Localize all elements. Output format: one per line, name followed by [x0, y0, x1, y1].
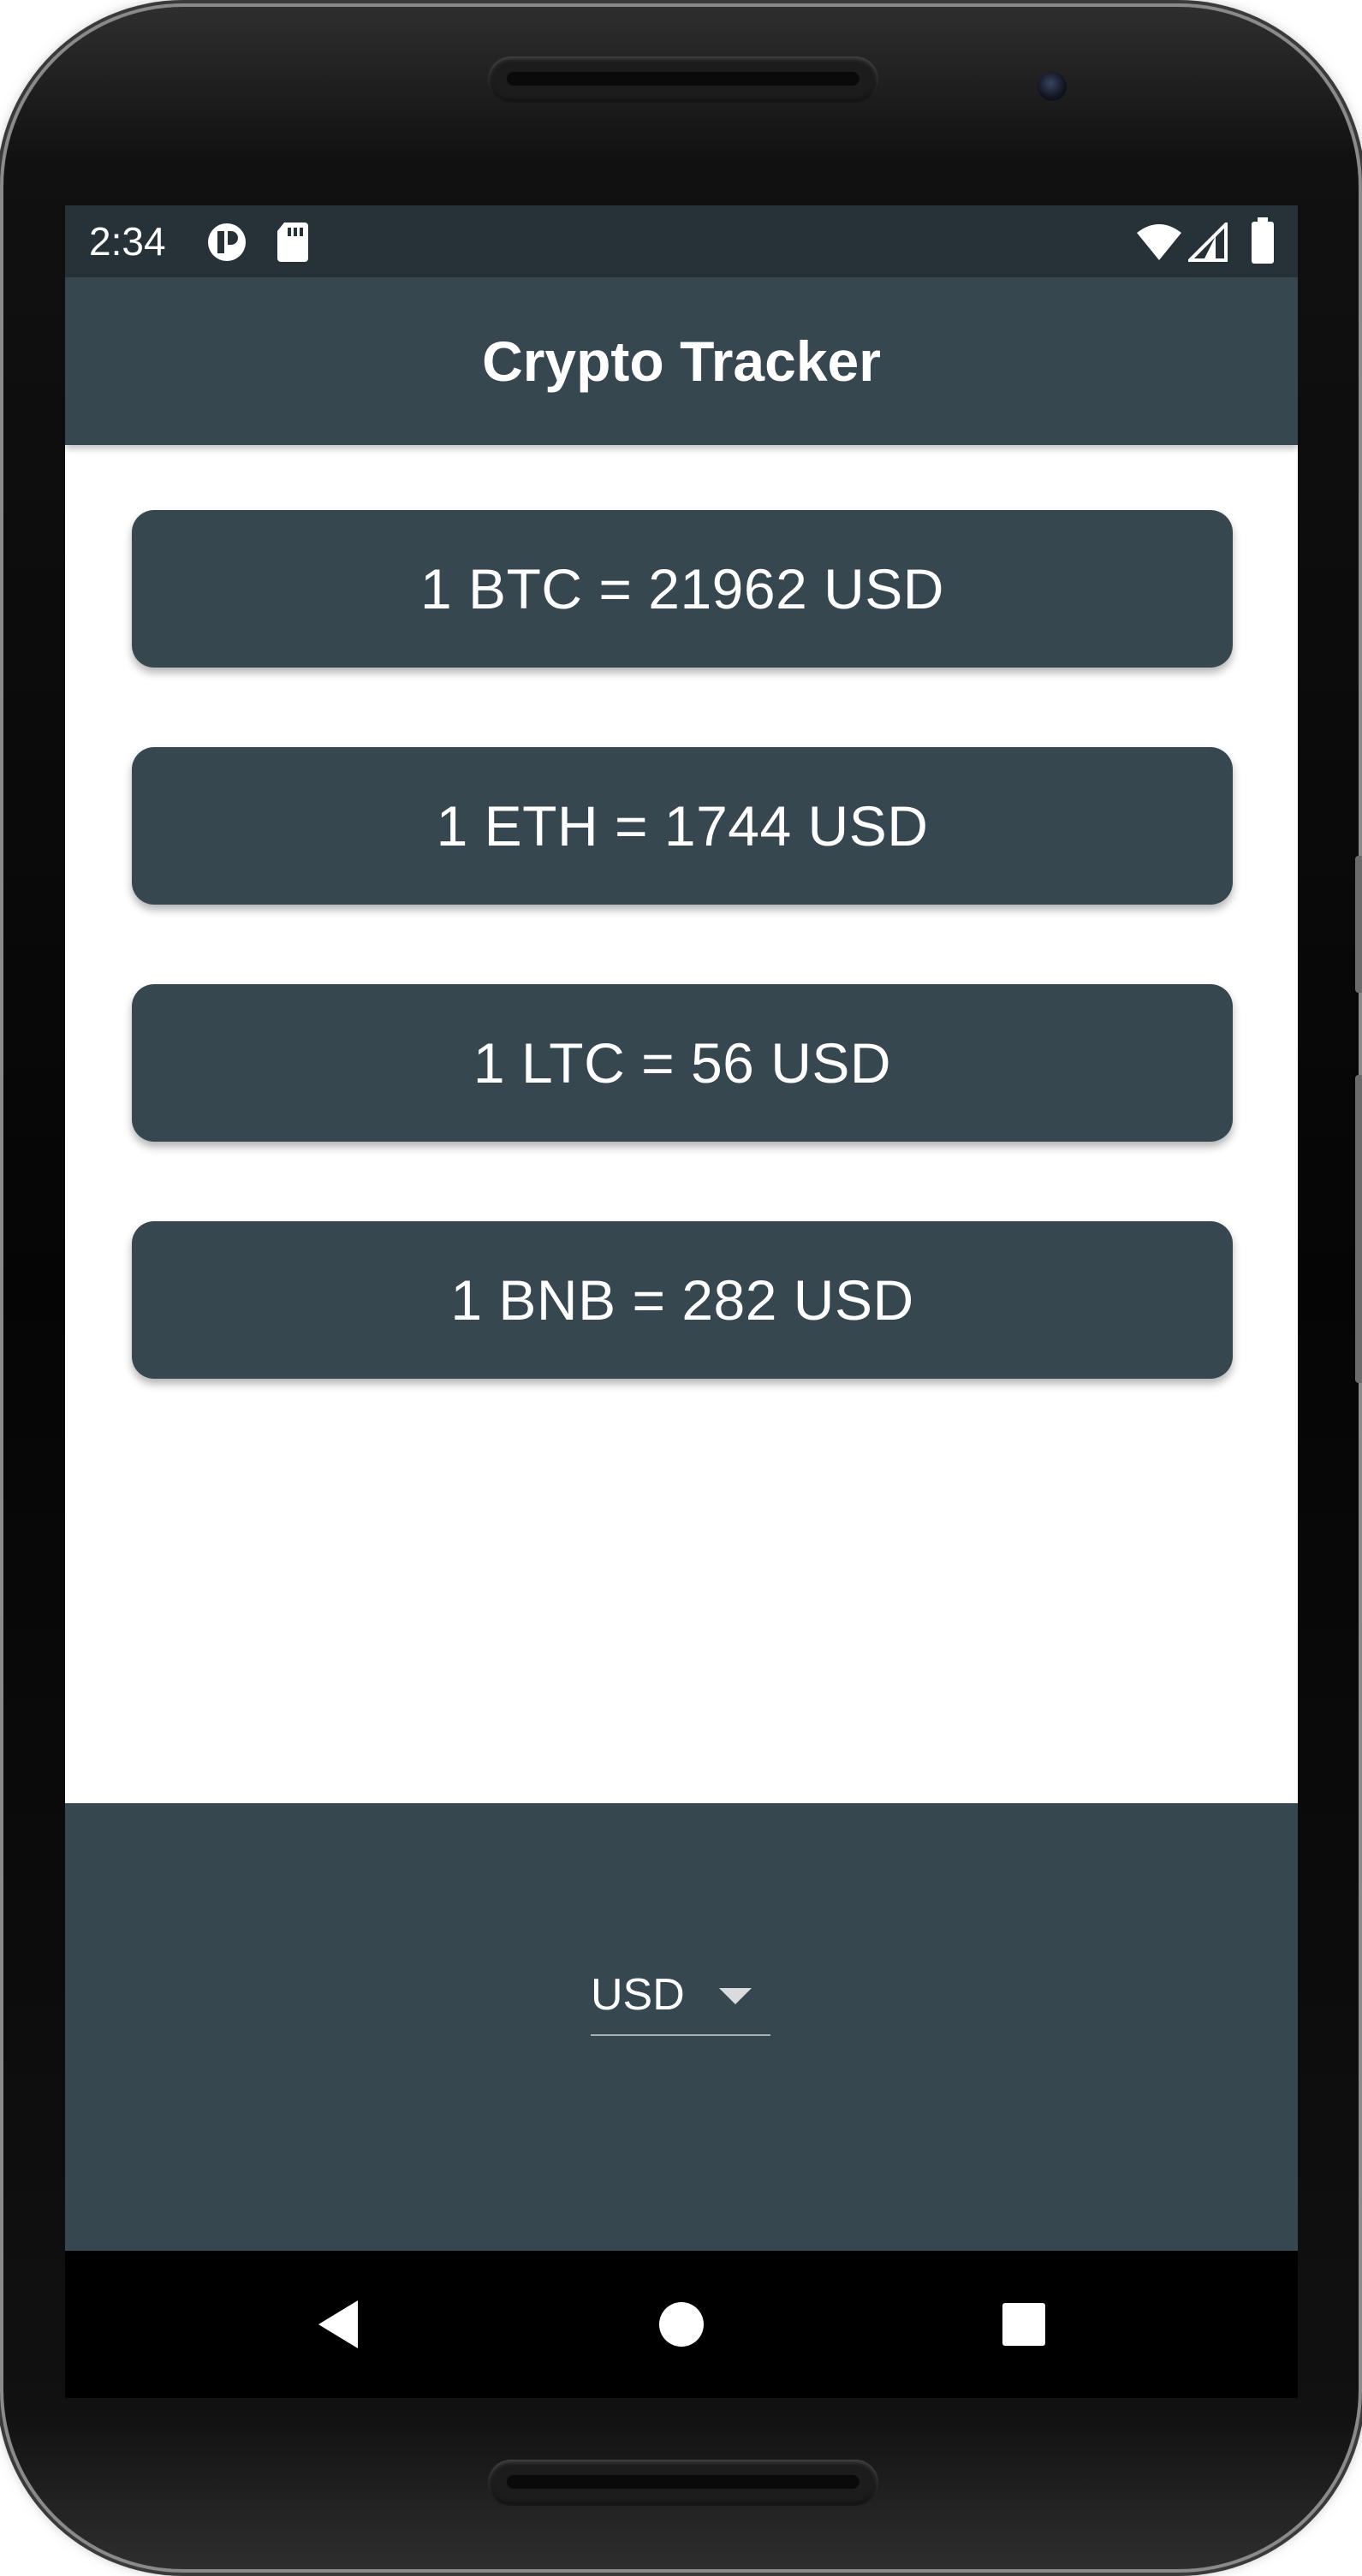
- recents-button[interactable]: [981, 2282, 1067, 2367]
- status-bar: 2:34: [65, 205, 1298, 277]
- back-button[interactable]: [296, 2282, 382, 2367]
- side-button-power: [1355, 856, 1362, 993]
- rate-card-bnb: 1 BNB = 282 USD: [132, 1221, 1233, 1379]
- rate-text: 1 BTC = 21962 USD: [420, 557, 944, 620]
- sd-card-icon: [277, 223, 308, 262]
- home-icon: [659, 2302, 704, 2347]
- recents-icon: [1002, 2303, 1045, 2346]
- rate-text: 1 LTC = 56 USD: [473, 1031, 892, 1095]
- side-button-volume: [1355, 1075, 1362, 1383]
- rate-text: 1 BNB = 282 USD: [450, 1268, 914, 1332]
- currency-panel: USD: [65, 1803, 1298, 2251]
- rate-card-eth: 1 ETH = 1744 USD: [132, 747, 1233, 905]
- dropdown-arrow-icon: [719, 1988, 752, 2004]
- cell-signal-icon: [1188, 223, 1228, 262]
- app-title: Crypto Tracker: [482, 329, 881, 393]
- rate-text: 1 ETH = 1744 USD: [436, 794, 929, 858]
- home-button[interactable]: [639, 2282, 724, 2367]
- rate-card-ltc: 1 LTC = 56 USD: [132, 984, 1233, 1142]
- status-time: 2:34: [89, 219, 166, 264]
- back-icon: [318, 2300, 358, 2348]
- navigation-bar: [65, 2251, 1298, 2398]
- front-camera: [1038, 72, 1067, 101]
- app-notification-icon: [208, 223, 246, 261]
- top-speaker: [488, 56, 878, 103]
- app-screen: 2:34 Crypto Tracker 1 BTC = 21962 USD 1 …: [65, 205, 1298, 2251]
- currency-selected-value: USD: [591, 1970, 685, 2020]
- wifi-icon: [1137, 224, 1181, 260]
- battery-icon: [1252, 217, 1274, 264]
- bottom-speaker: [488, 2460, 878, 2506]
- rate-card-btc: 1 BTC = 21962 USD: [132, 510, 1233, 668]
- rate-list: 1 BTC = 21962 USD 1 ETH = 1744 USD 1 LTC…: [132, 510, 1233, 1458]
- currency-dropdown[interactable]: USD: [591, 1966, 770, 2036]
- app-bar: Crypto Tracker: [65, 277, 1298, 445]
